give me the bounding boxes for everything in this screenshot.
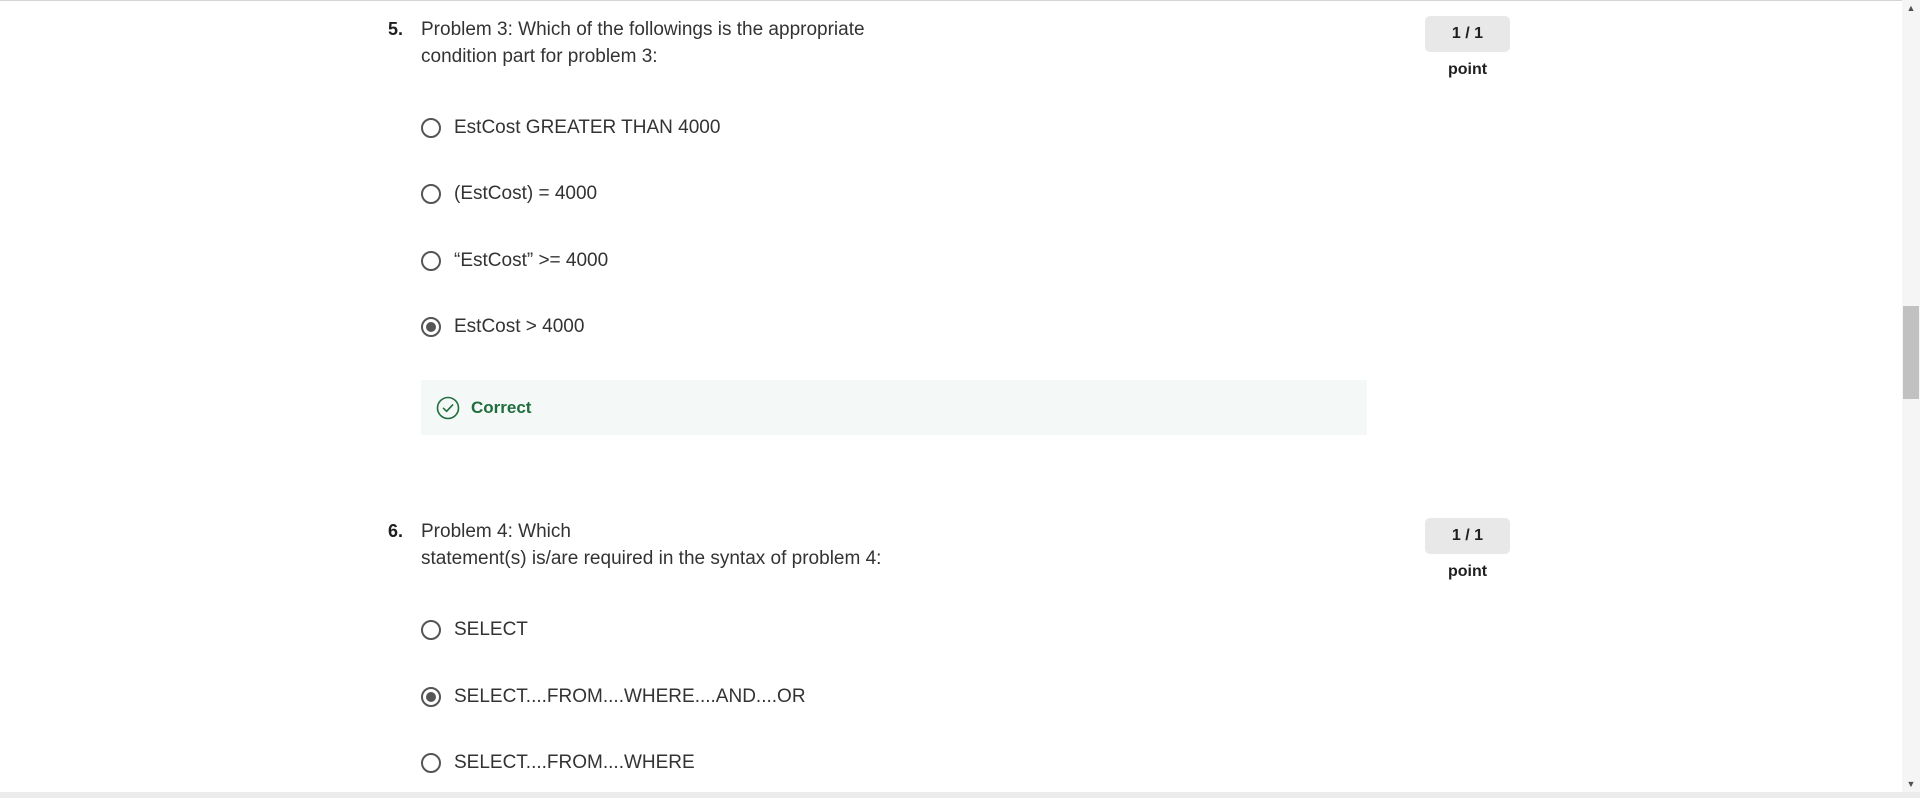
answer-option[interactable]: SELECT xyxy=(421,615,528,645)
radio-button[interactable] xyxy=(421,251,441,271)
question-number: 6. xyxy=(388,521,404,541)
question-text-line: condition part for problem 3: xyxy=(421,46,658,67)
radio-button-checked[interactable] xyxy=(421,317,441,337)
horizontal-scroll-track xyxy=(0,792,1920,798)
option-label: SELECT xyxy=(454,619,528,640)
scrollbar-thumb[interactable] xyxy=(1903,306,1919,399)
radio-button-checked[interactable] xyxy=(421,687,441,707)
radio-button[interactable] xyxy=(421,620,441,640)
option-label: EstCost > 4000 xyxy=(454,316,585,337)
option-label: EstCost GREATER THAN 4000 xyxy=(454,117,721,138)
question-text: Problem 3: Which of the followings is th… xyxy=(421,16,865,70)
feedback-label: Correct xyxy=(471,397,532,417)
points-badge: 1 / 1 point xyxy=(1425,16,1510,78)
top-divider xyxy=(0,0,1902,1)
triangle-up-icon[interactable]: ▲ xyxy=(1902,0,1920,16)
vertical-scrollbar[interactable]: ▲ ▼ xyxy=(1902,0,1920,792)
answer-option[interactable]: “EstCost” >= 4000 xyxy=(421,246,608,276)
question-text-line: Problem 3: Which of the followings is th… xyxy=(421,19,865,40)
radio-button[interactable] xyxy=(421,184,441,204)
answer-option[interactable]: (EstCost) = 4000 xyxy=(421,179,597,209)
answer-option-selected[interactable]: EstCost > 4000 xyxy=(421,312,584,342)
option-label: “EstCost” >= 4000 xyxy=(454,250,609,271)
answer-option-selected[interactable]: SELECT....FROM....WHERE....AND....OR xyxy=(421,682,806,712)
radio-button[interactable] xyxy=(421,118,441,138)
check-circle-icon xyxy=(436,396,460,419)
answer-option[interactable]: EstCost GREATER THAN 4000 xyxy=(421,113,720,143)
question-text: Problem 4: Which statement(s) is/are req… xyxy=(421,518,881,572)
feedback-correct: Correct xyxy=(421,380,1367,435)
option-label: SELECT....FROM....WHERE....AND....OR xyxy=(454,686,806,707)
option-label: (EstCost) = 4000 xyxy=(454,183,598,204)
option-label: SELECT....FROM....WHERE xyxy=(454,752,695,773)
question-text-line: statement(s) is/are required in the synt… xyxy=(421,548,882,569)
points-badge: 1 / 1 point xyxy=(1425,518,1510,580)
question-text-line: Problem 4: Which xyxy=(421,521,571,542)
radio-button[interactable] xyxy=(421,753,441,773)
triangle-down-icon[interactable]: ▼ xyxy=(1902,776,1920,792)
question-number: 5. xyxy=(388,19,404,39)
answer-option[interactable]: SELECT....FROM....WHERE xyxy=(421,748,695,778)
